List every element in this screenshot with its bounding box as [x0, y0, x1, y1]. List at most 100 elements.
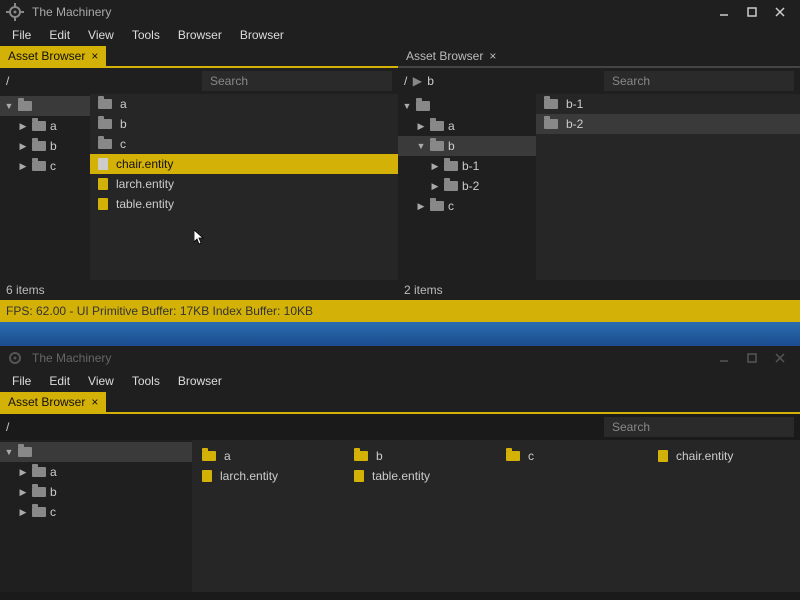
close-button[interactable] — [766, 2, 794, 22]
maximize-button[interactable] — [738, 2, 766, 22]
menu-tools[interactable]: Tools — [124, 26, 168, 44]
menu-edit[interactable]: Edit — [41, 372, 78, 390]
chevron-down-icon[interactable]: ▼ — [4, 447, 14, 457]
content-pane[interactable]: b-1 b-2 — [536, 94, 800, 280]
chevron-right-icon[interactable]: ▶ — [430, 181, 440, 192]
tree-item[interactable]: ▼b — [398, 136, 536, 156]
minimize-button[interactable] — [710, 348, 738, 368]
list-item[interactable]: larch.entity — [192, 469, 344, 483]
chevron-right-icon[interactable]: ▶ — [18, 161, 28, 172]
folder-icon — [98, 139, 112, 149]
list-item[interactable]: b-2 — [536, 114, 800, 134]
list-item[interactable]: b-1 — [536, 94, 800, 114]
grid-row: larch.entity table.entity — [192, 466, 800, 486]
close-tab-icon[interactable]: × — [91, 50, 98, 62]
chevron-right-icon[interactable]: ▶ — [18, 507, 28, 518]
list-item[interactable]: chair.entity — [90, 154, 398, 174]
search-input[interactable] — [202, 71, 392, 91]
folder-icon — [444, 181, 458, 191]
menubar: File Edit View Tools Browser Browser — [0, 24, 800, 46]
top-window: The Machinery File Edit View Tools Brows… — [0, 0, 800, 322]
menu-tools[interactable]: Tools — [124, 372, 168, 390]
tree-item[interactable]: ▶a — [0, 462, 192, 482]
chevron-right-icon[interactable]: ▶ — [416, 121, 426, 132]
tab-asset-browser[interactable]: Asset Browser × — [0, 392, 106, 412]
content-pane[interactable]: a b c chair.entity larch.entity table.en… — [90, 94, 398, 280]
minimize-button[interactable] — [710, 2, 738, 22]
list-item[interactable]: larch.entity — [90, 174, 398, 194]
chevron-right-icon[interactable]: ▶ — [430, 161, 440, 172]
tree-item[interactable]: ▶a — [398, 116, 536, 136]
tree-item[interactable]: ▶a — [0, 116, 90, 136]
search-input[interactable] — [604, 71, 794, 91]
folder-icon — [32, 161, 46, 171]
tree-item[interactable]: ▶b-1 — [398, 156, 536, 176]
tree-item[interactable]: ▶c — [0, 156, 90, 176]
bottom-window: The Machinery File Edit View Tools Brows… — [0, 346, 800, 592]
asset-browser-panel-right: Asset Browser × / ▶ b ▼ ▶a ▼b ▶b-1 ▶b-2 … — [398, 46, 800, 300]
folder-icon — [430, 201, 444, 211]
chevron-down-icon[interactable]: ▼ — [4, 101, 14, 111]
list-item[interactable]: c — [90, 134, 398, 154]
list-item[interactable]: a — [192, 449, 344, 463]
chevron-right-icon[interactable]: ▶ — [18, 121, 28, 132]
folder-icon — [32, 507, 46, 517]
close-button[interactable] — [766, 348, 794, 368]
tree-root[interactable]: ▼ — [398, 96, 536, 116]
chevron-right-icon[interactable]: ▶ — [18, 487, 28, 498]
tree-item[interactable]: ▶b-2 — [398, 176, 536, 196]
tree-item[interactable]: ▶c — [398, 196, 536, 216]
tree-root[interactable]: ▼ — [0, 96, 90, 116]
folder-icon — [32, 121, 46, 131]
chevron-right-icon[interactable]: ▶ — [18, 141, 28, 152]
breadcrumb[interactable]: / — [6, 420, 9, 434]
tree-pane: ▼ ▶a ▼b ▶b-1 ▶b-2 ▶c — [398, 94, 536, 280]
file-icon — [354, 470, 364, 482]
menu-file[interactable]: File — [4, 26, 39, 44]
titlebar[interactable]: The Machinery — [0, 0, 800, 24]
pathbar: / — [0, 68, 398, 94]
list-item[interactable]: table.entity — [90, 194, 398, 214]
maximize-button[interactable] — [738, 348, 766, 368]
menubar: File Edit View Tools Browser — [0, 370, 800, 392]
list-item[interactable]: table.entity — [344, 469, 496, 483]
chevron-right-icon[interactable]: ▶ — [18, 467, 28, 478]
folder-icon — [98, 99, 112, 109]
grid-row: a b c chair.entity — [192, 446, 800, 466]
content-pane[interactable]: a b c chair.entity larch.entity table.en… — [192, 440, 800, 592]
chevron-right-icon: ▶ — [413, 74, 422, 88]
menu-edit[interactable]: Edit — [41, 26, 78, 44]
app-logo-icon — [6, 3, 24, 21]
tree-item[interactable]: ▶b — [0, 482, 192, 502]
search-input[interactable] — [604, 417, 794, 437]
titlebar[interactable]: The Machinery — [0, 346, 800, 370]
tree-item[interactable]: ▶c — [0, 502, 192, 522]
list-item[interactable]: c — [496, 449, 648, 463]
list-item[interactable]: b — [344, 449, 496, 463]
folder-icon — [354, 451, 368, 461]
chevron-down-icon[interactable]: ▼ — [416, 141, 426, 151]
tab-label: Asset Browser — [8, 395, 85, 409]
breadcrumb[interactable]: / ▶ b — [404, 74, 434, 88]
close-tab-icon[interactable]: × — [489, 50, 496, 62]
folder-icon — [416, 101, 430, 111]
list-item[interactable]: chair.entity — [648, 449, 800, 463]
chevron-down-icon[interactable]: ▼ — [402, 101, 412, 111]
breadcrumb[interactable]: / — [6, 74, 9, 88]
list-item[interactable]: b — [90, 114, 398, 134]
list-item[interactable]: a — [90, 94, 398, 114]
tab-asset-browser[interactable]: Asset Browser × — [0, 46, 106, 66]
menu-browser[interactable]: Browser — [170, 372, 230, 390]
tree-item[interactable]: ▶b — [0, 136, 90, 156]
menu-view[interactable]: View — [80, 372, 122, 390]
folder-icon — [18, 101, 32, 111]
tab-asset-browser[interactable]: Asset Browser × — [398, 46, 504, 66]
menu-file[interactable]: File — [4, 372, 39, 390]
tree-root[interactable]: ▼ — [0, 442, 192, 462]
menu-browser[interactable]: Browser — [170, 26, 230, 44]
close-tab-icon[interactable]: × — [91, 396, 98, 408]
folder-icon — [18, 447, 32, 457]
menu-view[interactable]: View — [80, 26, 122, 44]
menu-browser-2[interactable]: Browser — [232, 26, 292, 44]
chevron-right-icon[interactable]: ▶ — [416, 201, 426, 212]
